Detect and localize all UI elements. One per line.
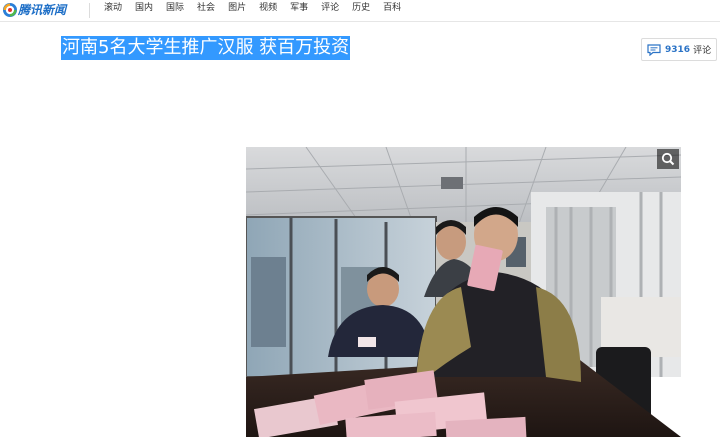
nav-item-video[interactable]: 视频 xyxy=(259,0,277,21)
nav-item-international[interactable]: 国际 xyxy=(166,0,184,21)
nav-item-encyclopedia[interactable]: 百科 xyxy=(383,0,401,21)
channel-nav: 滚动 国内 国际 社会 图片 视频 军事 评论 历史 百科 xyxy=(104,0,414,21)
comment-count-button[interactable]: 9316 评论 xyxy=(641,38,717,61)
comment-bubble-icon xyxy=(647,43,661,56)
nav-item-pictures[interactable]: 图片 xyxy=(228,0,246,21)
nav-item-domestic[interactable]: 国内 xyxy=(135,0,153,21)
photo-zoom-button[interactable] xyxy=(657,149,679,169)
comment-label: 评论 xyxy=(693,46,712,56)
nav-item-commentary[interactable]: 评论 xyxy=(321,0,339,21)
logo-text: 腾讯新闻 xyxy=(18,3,67,17)
nav-item-military[interactable]: 军事 xyxy=(290,0,308,21)
nav-item-society[interactable]: 社会 xyxy=(197,0,215,21)
magnifier-icon xyxy=(661,152,675,166)
article-photo[interactable] xyxy=(246,147,681,437)
comment-count: 9316 xyxy=(665,44,691,55)
nav-item-scroll[interactable]: 滚动 xyxy=(104,0,122,21)
site-logo[interactable]: 腾讯新闻 xyxy=(0,0,82,21)
top-navigation-bar: 腾讯新闻 滚动 国内 国际 社会 图片 视频 军事 评论 历史 百科 xyxy=(0,0,720,22)
logo-mark-icon xyxy=(3,3,17,17)
nav-divider xyxy=(89,3,90,18)
article-title: 河南5名大学生推广汉服 获百万投资 xyxy=(61,36,351,60)
nav-item-history[interactable]: 历史 xyxy=(352,0,370,21)
